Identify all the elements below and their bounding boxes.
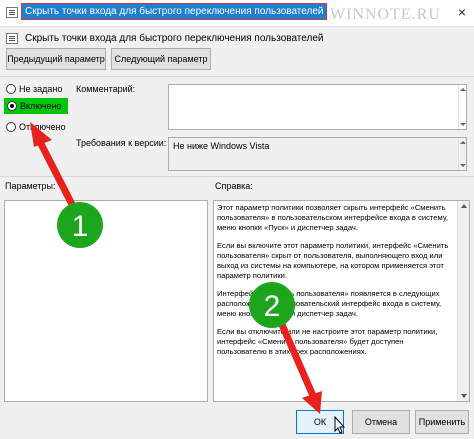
help-text: Этот параметр политики позволяет скрыть … (217, 203, 454, 365)
radio-button[interactable] (6, 122, 16, 132)
radio-disabled[interactable]: Отключено (6, 122, 66, 132)
supported-on-field: Не ниже Windows Vista (168, 137, 467, 171)
help-paragraph: Если вы отключите или не настроите этот … (217, 327, 438, 356)
window-title: Скрыть точки входа для быстрого переключ… (20, 3, 328, 20)
supported-on-value: Не ниже Windows Vista (173, 141, 270, 151)
options-panel (4, 200, 208, 402)
radio-label: Отключено (19, 122, 66, 132)
divider (0, 176, 474, 177)
radio-not-configured[interactable]: Не задано (6, 84, 62, 94)
radio-button[interactable] (6, 84, 16, 94)
comment-label: Комментарий: (76, 84, 136, 94)
radio-label: Не задано (19, 84, 63, 94)
radio-label: Включено (20, 101, 62, 111)
help-panel: Этот параметр политики позволяет скрыть … (213, 200, 470, 402)
watermark: WINNOTE.RU (330, 6, 441, 23)
policy-icon (6, 33, 18, 44)
policy-title: Скрыть точки входа для быстрого переключ… (25, 33, 324, 44)
cancel-button[interactable]: Отмена (352, 410, 410, 434)
radio-enabled[interactable]: Включено (4, 98, 68, 114)
previous-setting-button[interactable]: Предыдущий параметр (6, 48, 106, 70)
help-paragraph: Этот параметр политики позволяет скрыть … (217, 203, 448, 232)
help-scrollbar[interactable] (457, 201, 469, 401)
divider (0, 76, 474, 77)
options-label: Параметры: (5, 181, 56, 191)
apply-button[interactable]: Применить (415, 410, 469, 434)
supported-scrollbar[interactable] (458, 138, 466, 170)
policy-icon (6, 7, 18, 18)
comment-scrollbar[interactable] (458, 85, 466, 129)
title-bar: Скрыть точки входа для быстрого переключ… (0, 0, 474, 27)
mouse-pointer-icon (334, 416, 346, 434)
supported-on-label: Требования к версии: (76, 138, 167, 148)
comment-field[interactable] (168, 84, 467, 130)
next-setting-button[interactable]: Следующий параметр (111, 48, 211, 70)
radio-button[interactable] (7, 101, 17, 111)
help-label: Справка: (215, 181, 253, 191)
help-paragraph: Интерфейс «Сменить пользователя» появляе… (217, 289, 442, 318)
close-icon[interactable]: × (450, 0, 474, 24)
help-paragraph: Если вы включите этот параметр политики,… (217, 241, 449, 280)
